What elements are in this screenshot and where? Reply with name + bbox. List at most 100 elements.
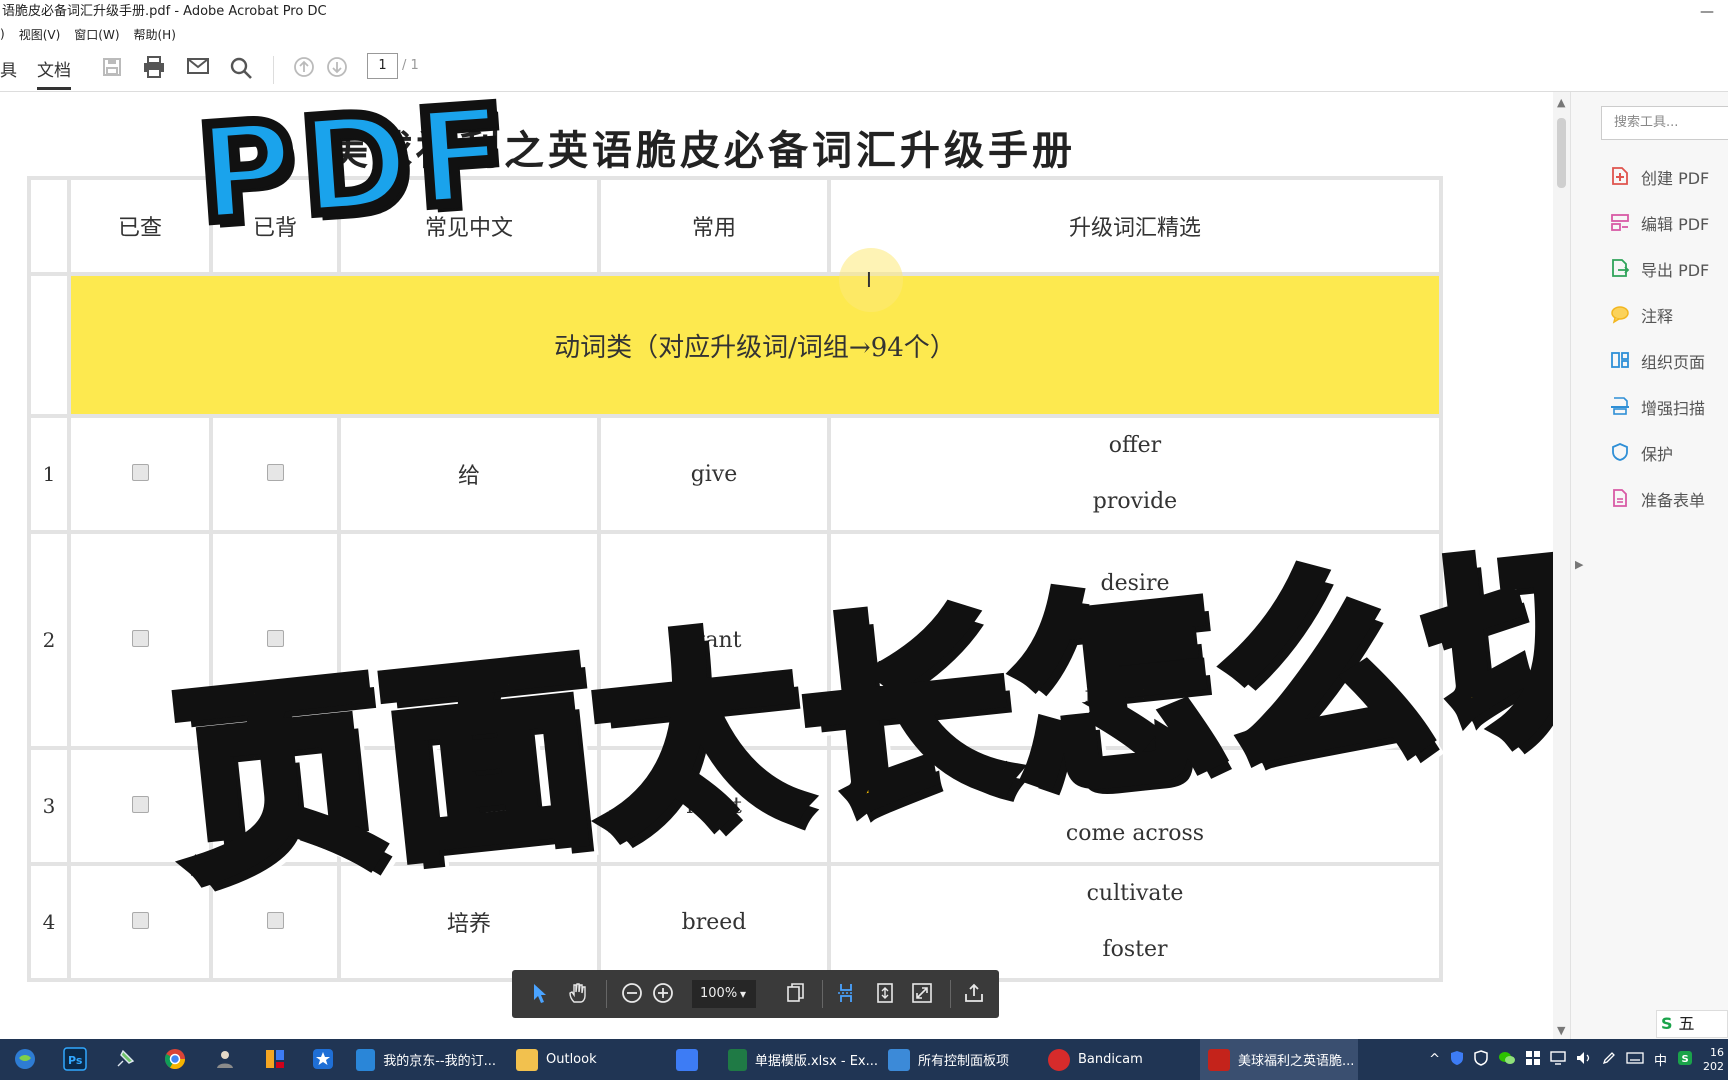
checked-checkbox[interactable] [131,463,149,481]
toolbar-divider [273,56,274,84]
full-screen-icon[interactable] [910,982,934,1006]
comment-icon [1609,304,1631,326]
tray-windows-icon[interactable] [1525,1050,1540,1069]
tool-label: 注释 [1641,307,1674,326]
clock-time: 16 [1710,1045,1724,1059]
tray-security-icon[interactable] [1474,1049,1488,1070]
tools-panel: ▶ 搜索工具... 创建 PDF 编辑 PDF 导出 PDF 注释 组织页面 增… [1570,92,1728,1039]
scroll-mode-icon[interactable] [834,982,858,1006]
tray-expand-icon[interactable]: ^ [1429,1052,1440,1067]
tab-tools[interactable]: 具 [0,56,17,81]
float-divider [950,980,951,1008]
tray-pen-icon[interactable] [1602,1051,1616,1069]
taskbar-app-bandicam[interactable]: Bandicam [1040,1039,1198,1080]
svg-text:Ps: Ps [68,1054,83,1067]
taskbar-app-excel[interactable]: 单据模版.xlsx - Ex... [720,1039,878,1080]
window-titlebar: 语脆皮必备词汇升级手册.pdf - Adobe Acrobat Pro DC — [0,0,1728,24]
tray-shield-icon[interactable] [1450,1050,1464,1070]
minimize-button[interactable]: — [1700,0,1714,24]
fit-page-icon[interactable] [873,982,897,1006]
tray-volume-icon[interactable] [1576,1051,1592,1069]
clock-date: 202 [1703,1059,1724,1073]
zoom-in-icon[interactable] [651,982,675,1006]
pin-app-icon[interactable] [112,1047,138,1073]
taskbar-app-control-panel[interactable]: 所有控制面板项 [880,1039,1038,1080]
row-number: 2 [27,530,71,750]
search-icon[interactable] [228,56,254,82]
taskbar-app-feishu[interactable] [668,1039,718,1080]
start-orb-icon[interactable] [12,1047,38,1073]
float-divider [606,980,607,1008]
checked-checkbox[interactable] [131,629,149,647]
taskbar-app-acrobat[interactable]: 美球福利之英语脆... [1200,1039,1358,1080]
tray-keyboard-icon[interactable] [1626,1051,1644,1068]
taskbar-app-label: Outlook [546,1052,597,1067]
float-divider [822,980,823,1008]
menu-item-help[interactable]: 帮助(H) [134,26,176,43]
scroll-up-icon[interactable]: ▲ [1557,96,1565,109]
tool-organize-pages[interactable]: 组织页面 [1609,348,1705,374]
tray-wechat-icon[interactable] [1498,1051,1516,1069]
system-clock[interactable]: 16 202 [1703,1046,1724,1074]
scroll-thumb[interactable] [1557,118,1566,188]
mail-icon[interactable] [185,56,211,82]
row-number: 1 [27,414,71,534]
tray-ime-label[interactable]: 中 [1654,1050,1667,1069]
hand-tool-icon[interactable] [566,982,590,1006]
taskbar-app-edge[interactable]: 我的京东--我的订... [348,1039,496,1080]
collapse-panel-icon[interactable]: ▶ [1575,558,1583,571]
taskbar-app-outlook-folder[interactable]: Outlook [508,1039,656,1080]
tool-label: 创建 PDF [1641,169,1710,188]
memorized-checkbox[interactable] [266,463,284,481]
zoom-dropdown-icon[interactable]: ▾ [740,980,746,1008]
tool-protect[interactable]: 保护 [1609,440,1673,466]
tool-edit-pdf[interactable]: 编辑 PDF [1609,210,1709,236]
photoshop-icon[interactable]: Ps [62,1047,88,1073]
previous-page-icon[interactable] [291,56,317,82]
tool-export-pdf[interactable]: 导出 PDF [1609,256,1709,282]
taskbar-app-label: 单据模版.xlsx - Ex... [754,1054,878,1069]
tool-enhance-scan[interactable]: 增强扫描 [1609,394,1705,420]
page-total: / 1 [402,58,419,73]
menu-item-partial[interactable]: ) [0,27,5,41]
chrome-icon[interactable] [162,1047,188,1073]
tool-create-pdf[interactable]: 创建 PDF [1609,164,1709,190]
print-icon[interactable] [141,56,167,82]
checked-cell [67,414,213,534]
share-icon[interactable] [962,982,986,1006]
save-icon[interactable] [99,56,125,82]
next-page-icon[interactable] [324,56,350,82]
zoom-level-field[interactable]: 100% [692,980,756,1008]
checked-checkbox[interactable] [131,795,149,813]
page-display-icon[interactable] [784,982,808,1006]
tray-sogou-icon[interactable]: S [1677,1050,1693,1070]
edge-icon [356,1048,376,1071]
page-number-input[interactable]: 1 [367,53,398,79]
vertical-scrollbar[interactable]: ▲ ▼ [1553,92,1570,1039]
taskbar-app-label: Bandicam [1078,1052,1143,1067]
window-title: 语脆皮必备词汇升级手册.pdf - Adobe Acrobat Pro DC [2,4,327,19]
tool-comment[interactable]: 注释 [1609,302,1673,328]
tray-network-icon[interactable] [1550,1050,1566,1069]
search-tools-input[interactable]: 搜索工具... [1601,106,1728,140]
zoom-out-icon[interactable] [620,982,644,1006]
section-label: 动词类（对应升级词/词组→94个） [67,272,1443,418]
menu-item-window[interactable]: 窗口(W) [74,26,119,43]
star-app-icon[interactable] [310,1047,336,1073]
menu-bar: ) 视图(V) 窗口(W) 帮助(H) [0,24,1728,44]
taskbar-app-label: 美球福利之英语脆... [1238,1054,1355,1069]
tab-document[interactable]: 文档 [37,56,71,81]
user-app-icon[interactable] [212,1047,238,1073]
checked-checkbox[interactable] [131,911,149,929]
scroll-down-icon[interactable]: ▼ [1557,1024,1565,1037]
ime-status-badge[interactable]: S五 [1656,1010,1728,1038]
select-pointer-icon[interactable] [528,982,552,1006]
floating-toolbar: 100% ▾ [512,970,999,1018]
header-checked: 已查 [67,176,213,276]
common-word-cell: breed [597,862,831,982]
bookmark-app-icon[interactable] [262,1047,288,1073]
tool-prepare-form[interactable]: 准备表单 [1609,486,1705,512]
tool-label: 增强扫描 [1641,399,1706,418]
menu-item-view[interactable]: 视图(V) [19,26,61,43]
memorized-checkbox[interactable] [266,911,284,929]
